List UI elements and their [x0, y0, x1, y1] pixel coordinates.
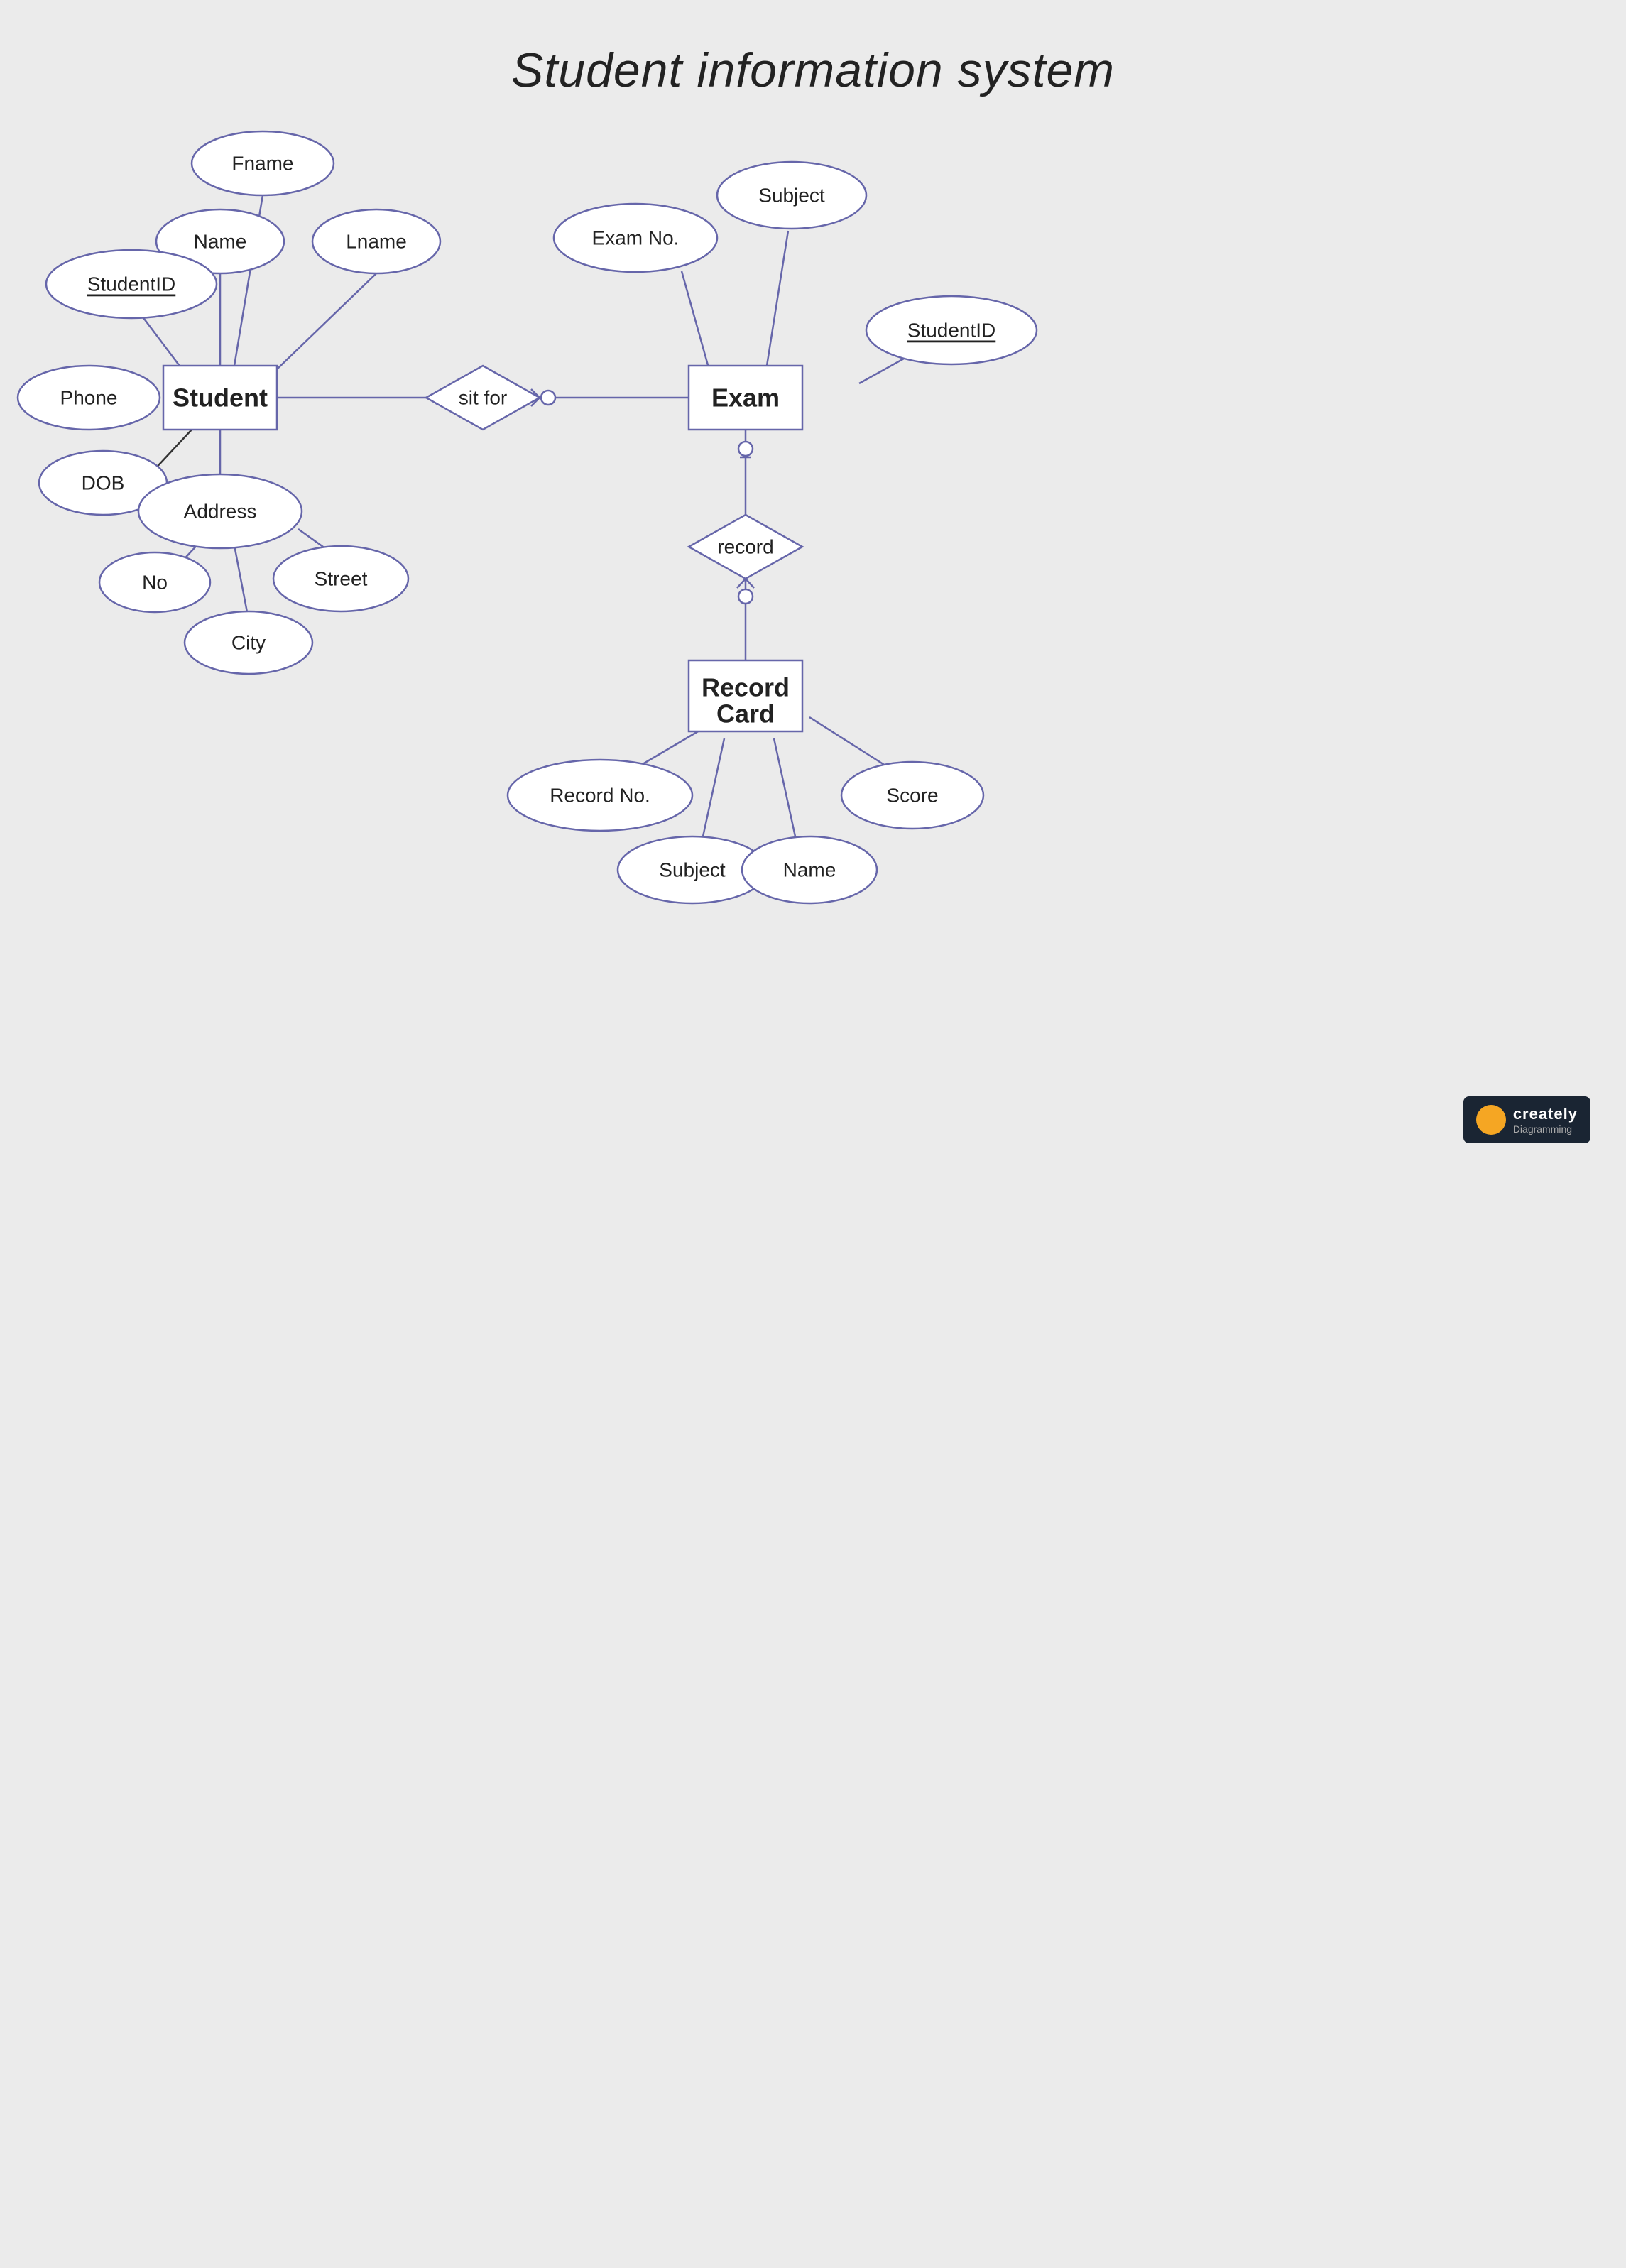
- attr-lname-label: Lname: [346, 231, 407, 253]
- er-diagram-svg: Student Exam Record Card sit for record …: [0, 0, 1626, 1172]
- relationship-record-label: record: [717, 536, 773, 558]
- attr-address-label: Address: [184, 501, 257, 523]
- attr-phone-label: Phone: [60, 387, 118, 409]
- attr-fname-label: Fname: [231, 153, 293, 175]
- relationship-sit-for-label: sit for: [459, 387, 507, 409]
- attr-subject-exam-label: Subject: [758, 185, 825, 207]
- watermark: creately Diagramming: [1463, 1096, 1590, 1143]
- attr-no-label: No: [142, 572, 168, 594]
- entity-student-label: Student: [173, 383, 268, 413]
- entity-exam-label: Exam: [711, 383, 780, 413]
- attr-score-label: Score: [886, 785, 938, 807]
- attr-city-label: City: [231, 632, 266, 654]
- attr-studentid-label: StudentID: [87, 273, 176, 295]
- attr-name-rc-label: Name: [783, 859, 836, 881]
- attr-street-label: Street: [315, 568, 368, 590]
- attr-subject-rc-label: Subject: [659, 859, 726, 881]
- diagram-container: Student information system: [0, 0, 1626, 1172]
- attr-studentid2-label: StudentID: [907, 320, 996, 342]
- attr-record-no-label: Record No.: [550, 785, 650, 807]
- watermark-icon: [1476, 1105, 1506, 1135]
- attr-exam-no-label: Exam No.: [592, 227, 680, 249]
- entity-record-card-label1: Record: [702, 673, 790, 702]
- attr-name-label: Name: [194, 231, 247, 253]
- entity-record-card-label2: Card: [716, 699, 775, 729]
- attr-dob-label: DOB: [82, 472, 125, 494]
